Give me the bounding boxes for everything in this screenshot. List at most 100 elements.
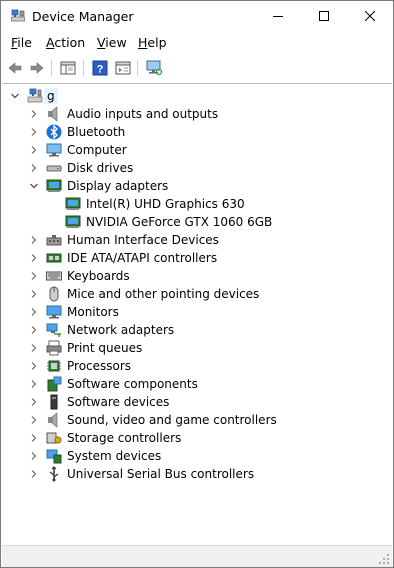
chevron-right-icon[interactable] [29, 235, 39, 245]
category-label[interactable]: Processors [67, 358, 131, 374]
category-label[interactable]: Computer [67, 142, 127, 158]
category-row[interactable]: IDE ATA/ATAPI controllers [2, 249, 392, 267]
tree-root-label[interactable]: g [44, 88, 58, 104]
category-row[interactable]: Display adapters [2, 177, 392, 195]
menu-help-accel: H [138, 35, 148, 50]
properties-icon [115, 61, 131, 75]
hid-icon [46, 235, 62, 246]
category-row[interactable]: Print queues [2, 339, 392, 357]
category-row[interactable]: Monitors [2, 303, 392, 321]
chevron-right-icon[interactable] [29, 127, 39, 137]
processor-icon [47, 360, 61, 372]
category-label[interactable]: Monitors [67, 304, 119, 320]
category-row[interactable]: Network adapters [2, 321, 392, 339]
category-label[interactable]: System devices [67, 448, 161, 464]
forward-icon [30, 62, 44, 74]
help-button[interactable]: ? [90, 58, 110, 78]
chevron-right-icon[interactable] [29, 469, 39, 479]
chevron-right-icon[interactable] [29, 307, 39, 317]
forward-button[interactable] [27, 58, 47, 78]
disk-drive-icon [46, 165, 62, 172]
category-label[interactable]: Software components [67, 376, 198, 392]
mouse-icon [49, 286, 59, 302]
category-label[interactable]: IDE ATA/ATAPI controllers [67, 250, 217, 266]
category-row[interactable]: Universal Serial Bus controllers [2, 465, 392, 483]
chevron-right-icon[interactable] [29, 163, 39, 173]
category-label[interactable]: Network adapters [67, 322, 174, 338]
menu-action-rest: ction [54, 35, 86, 50]
properties-button[interactable] [113, 58, 133, 78]
show-hide-console-tree-icon [60, 61, 76, 75]
back-button[interactable] [5, 58, 25, 78]
chevron-right-icon[interactable] [29, 253, 39, 263]
software-device-icon [50, 394, 58, 410]
tree-root-row[interactable]: g [2, 87, 392, 105]
category-row[interactable]: Processors [2, 357, 392, 375]
chevron-right-icon[interactable] [29, 289, 39, 299]
menu-help[interactable]: Help [138, 35, 167, 51]
category-label[interactable]: Audio inputs and outputs [67, 106, 218, 122]
chevron-down-icon[interactable] [29, 181, 39, 191]
category-row[interactable]: Bluetooth [2, 123, 392, 141]
chevron-right-icon[interactable] [29, 109, 39, 119]
chevron-right-icon[interactable] [29, 433, 39, 443]
chevron-right-icon[interactable] [29, 415, 39, 425]
category-label[interactable]: Sound, video and game controllers [67, 412, 277, 428]
chevron-right-icon[interactable] [29, 379, 39, 389]
keyboard-icon [46, 271, 62, 281]
device-label[interactable]: Intel(R) UHD Graphics 630 [86, 196, 245, 212]
category-row[interactable]: Software devices [2, 393, 392, 411]
title-bar[interactable]: Device Manager [1, 1, 393, 31]
show-hide-console-tree-button[interactable] [58, 58, 78, 78]
chevron-right-icon[interactable] [29, 361, 39, 371]
category-label[interactable]: Mice and other pointing devices [67, 286, 259, 302]
storage-controller-icon [46, 432, 62, 444]
category-label[interactable]: Human Interface Devices [67, 232, 219, 248]
device-row[interactable]: NVIDIA GeForce GTX 1060 6GB [2, 213, 392, 231]
category-row[interactable]: Audio inputs and outputs [2, 105, 392, 123]
category-label[interactable]: Storage controllers [67, 430, 181, 446]
chevron-right-icon[interactable] [29, 397, 39, 407]
chevron-right-icon[interactable] [29, 325, 39, 335]
category-label[interactable]: Universal Serial Bus controllers [67, 466, 254, 482]
device-manager-window: Device Manager File Action View Help ? g… [0, 0, 394, 568]
scan-hardware-button[interactable] [144, 58, 164, 78]
category-label[interactable]: Display adapters [67, 178, 168, 194]
chevron-down-icon[interactable] [10, 91, 20, 101]
menu-file[interactable]: File [11, 35, 32, 51]
toolbar-separator [137, 60, 138, 76]
device-label[interactable]: NVIDIA GeForce GTX 1060 6GB [86, 214, 272, 230]
category-row[interactable]: Computer [2, 141, 392, 159]
software-component-icon [47, 376, 62, 392]
close-button[interactable] [347, 1, 393, 31]
svg-text:?: ? [97, 64, 104, 76]
category-label[interactable]: Print queues [67, 340, 142, 356]
menu-view[interactable]: View [97, 35, 127, 51]
minimize-button[interactable] [255, 1, 301, 31]
chevron-right-icon[interactable] [29, 271, 39, 281]
chevron-right-icon[interactable] [29, 343, 39, 353]
network-adapter-icon [46, 323, 61, 337]
device-row[interactable]: Intel(R) UHD Graphics 630 [2, 195, 392, 213]
category-label[interactable]: Bluetooth [67, 124, 125, 140]
category-row[interactable]: System devices [2, 447, 392, 465]
category-row[interactable]: Sound, video and game controllers [2, 411, 392, 429]
category-row[interactable]: Storage controllers [2, 429, 392, 447]
category-label[interactable]: Software devices [67, 394, 169, 410]
category-label[interactable]: Keyboards [67, 268, 130, 284]
chevron-right-icon[interactable] [29, 451, 39, 461]
category-label[interactable]: Disk drives [67, 160, 133, 176]
category-row[interactable]: Software components [2, 375, 392, 393]
menu-action[interactable]: Action [46, 35, 85, 51]
display-adapter-icon [46, 179, 62, 192]
category-row[interactable]: Mice and other pointing devices [2, 285, 392, 303]
category-row[interactable]: Disk drives [2, 159, 392, 177]
resize-grip-icon[interactable] [378, 553, 390, 565]
maximize-button[interactable] [301, 1, 347, 31]
category-row[interactable]: Keyboards [2, 267, 392, 285]
back-icon [8, 62, 22, 74]
chevron-right-icon[interactable] [29, 145, 39, 155]
category-row[interactable]: Human Interface Devices [2, 231, 392, 249]
bluetooth-icon [46, 124, 62, 140]
computer-icon [46, 143, 62, 157]
